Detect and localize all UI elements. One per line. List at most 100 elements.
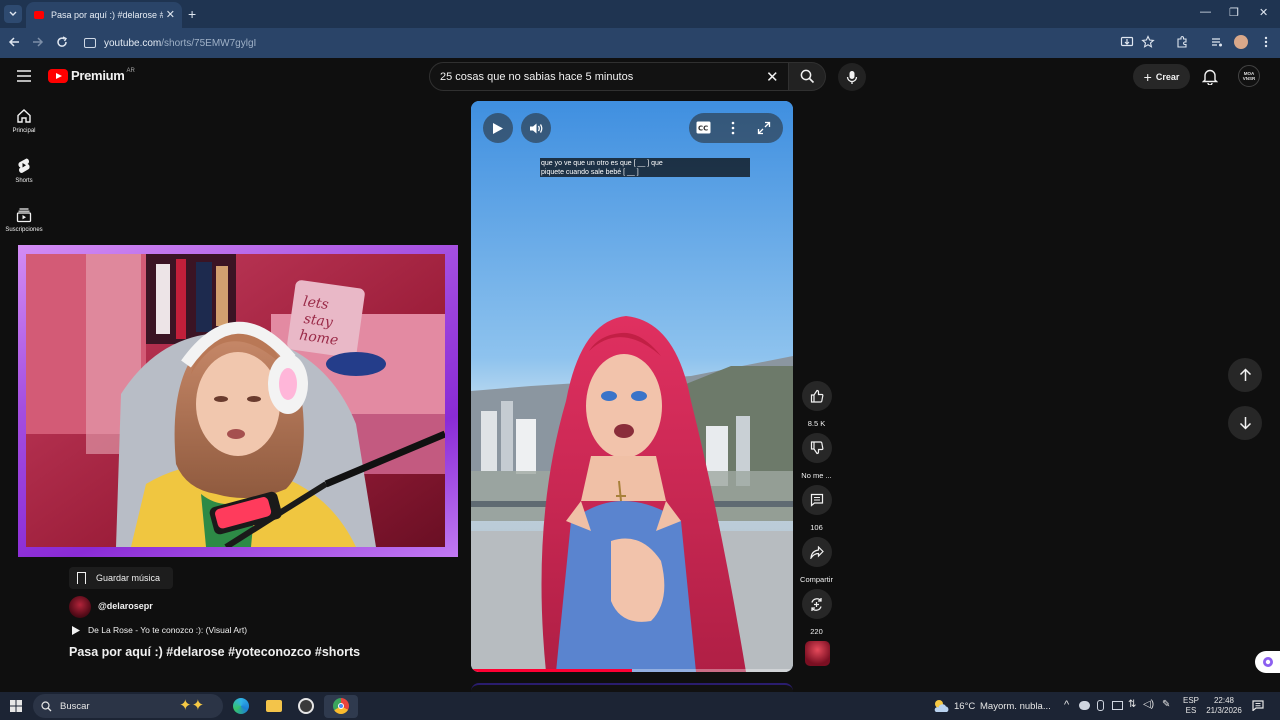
search-value: 25 cosas que no sabias hace 5 minutos [440, 70, 634, 83]
caption-line: piquete cuando sale bebé [ __ ] [541, 169, 639, 176]
short-video-player[interactable]: CC que yo ve que un otro es que [ __ ] q… [471, 101, 793, 672]
previous-short-button[interactable] [1228, 358, 1262, 392]
language-indicator[interactable]: ESP ES [1180, 696, 1202, 716]
site-info-icon[interactable] [84, 38, 96, 48]
sidebar-item-label: Shorts [15, 178, 33, 184]
thumbs-down-icon [810, 441, 823, 455]
music-title-link[interactable]: De La Rose - Yo te conozco :): (Visual A… [88, 625, 247, 635]
clock[interactable]: 22:48 21/3/2026 [1204, 696, 1244, 716]
forward-button[interactable] [30, 34, 46, 50]
subscriptions-icon [16, 208, 32, 223]
play-button[interactable] [483, 113, 513, 143]
windows-start-icon[interactable] [10, 700, 22, 712]
sound-thumbnail[interactable] [805, 641, 830, 666]
dislike-label: No me ... [801, 471, 832, 480]
voice-search-button[interactable] [838, 63, 866, 91]
notifications-bell-icon[interactable] [1202, 68, 1218, 85]
sidebar-item-shorts[interactable]: Shorts [0, 157, 48, 184]
thumbs-up-icon [810, 389, 823, 403]
youtube-favicon-icon [34, 11, 44, 19]
tray-chevron-icon[interactable]: ^ [1064, 699, 1069, 711]
url-host: youtube.com [104, 37, 162, 49]
share-button[interactable]: Compartir [800, 537, 833, 584]
media-controls-icon[interactable] [1210, 35, 1224, 49]
plus-icon: + [1143, 68, 1152, 85]
logo-text: Premium [71, 68, 125, 83]
network-icon[interactable]: ⇅ [1128, 699, 1136, 710]
notifications-tray-icon[interactable] [1252, 700, 1264, 711]
tab-search-button[interactable] [4, 5, 22, 23]
create-button[interactable]: + Crear [1133, 64, 1190, 89]
clock-date: 21/3/2026 [1206, 706, 1242, 715]
short-title: Pasa por aquí :) #delarose #yoteconozco … [69, 645, 361, 659]
like-button[interactable]: 8.5 K [800, 381, 833, 428]
assistant-icon[interactable] [1255, 651, 1280, 673]
volume-tray-icon[interactable]: ◁) [1143, 699, 1154, 710]
more-options-icon[interactable] [730, 121, 736, 135]
file-explorer-icon[interactable] [266, 700, 282, 712]
music-play-icon[interactable] [71, 625, 81, 636]
comments-button[interactable]: 106 [800, 485, 833, 532]
new-tab-button[interactable]: + [188, 6, 196, 22]
browser-menu-icon[interactable] [1259, 35, 1273, 49]
close-window-button[interactable]: ✕ [1259, 6, 1268, 19]
save-music-button[interactable]: Guardar música [69, 567, 173, 589]
microphone-tray-icon[interactable] [1097, 700, 1104, 711]
pen-tray-icon[interactable]: ✎ [1162, 699, 1170, 710]
youtube-logo[interactable]: Premium AR [48, 68, 135, 83]
taskbar-search[interactable]: Buscar ✦✦ [33, 694, 223, 718]
tab-close-icon[interactable]: ✕ [166, 8, 175, 21]
clear-search-icon[interactable]: ✕ [766, 68, 779, 86]
bookmark-star-icon[interactable] [1141, 35, 1155, 49]
copilot-sparkle-icon: ✦✦ [179, 697, 205, 714]
address-bar[interactable]: youtube.com/shorts/75EMW7gylgI [84, 32, 1114, 54]
captions-button[interactable]: CC [696, 121, 711, 134]
save-music-label: Guardar música [96, 573, 161, 583]
extensions-icon[interactable] [1175, 35, 1189, 49]
play-icon [493, 122, 503, 134]
profile-avatar[interactable] [1234, 35, 1248, 49]
like-count: 8.5 K [807, 419, 826, 428]
remix-button[interactable]: 220 [800, 589, 833, 636]
weather-description[interactable]: Mayorm. nubla... [980, 701, 1051, 712]
search-icon [800, 69, 814, 84]
restore-button[interactable]: ❐ [1229, 6, 1239, 19]
arrow-down-icon [1239, 417, 1251, 430]
chrome-taskbar-item[interactable] [324, 695, 358, 718]
guide-menu-icon[interactable] [16, 70, 32, 82]
fullscreen-icon[interactable] [757, 121, 771, 135]
search-icon [41, 700, 52, 711]
webcam-feed: lets stay home [26, 254, 445, 547]
account-avatar[interactable]: MOA VNSR [1238, 65, 1260, 87]
channel-avatar[interactable] [69, 596, 91, 618]
sidebar-item-principal[interactable]: Principal [0, 108, 48, 134]
search-button[interactable] [789, 62, 826, 91]
edge-browser-icon[interactable] [233, 698, 249, 714]
dislike-button[interactable]: No me ... [800, 433, 833, 480]
search-input[interactable]: 25 cosas que no sabias hace 5 minutos [429, 62, 789, 91]
back-button[interactable] [6, 34, 22, 50]
share-label: Compartir [800, 575, 833, 584]
url-path: /shorts/75EMW7gylgI [161, 37, 257, 49]
video-caption: que yo ve que un otro es que [ __ ] que … [540, 158, 750, 177]
video-frame [471, 101, 793, 672]
obs-studio-icon[interactable] [298, 698, 314, 714]
display-tray-icon[interactable] [1112, 701, 1123, 710]
install-app-icon[interactable] [1120, 35, 1134, 49]
volume-button[interactable] [521, 113, 551, 143]
taskbar-search-label: Buscar [60, 700, 90, 712]
video-progress-bar[interactable] [471, 669, 793, 672]
shorts-icon [18, 158, 30, 173]
browser-tab[interactable]: Pasa por aquí :) #delarose #yoteconozco … [26, 2, 182, 28]
next-short-button[interactable] [1228, 406, 1262, 440]
comment-count: 106 [810, 523, 823, 532]
weather-temp[interactable]: 16°C [954, 701, 975, 712]
progress-fill [471, 669, 632, 672]
reload-button[interactable] [54, 34, 70, 50]
minimize-button[interactable]: — [1200, 6, 1211, 18]
sidebar-item-suscripciones[interactable]: Suscripciones [0, 207, 48, 233]
channel-name[interactable]: @delarosepr [98, 601, 153, 611]
onedrive-icon[interactable] [1079, 701, 1090, 710]
microphone-icon [846, 70, 858, 84]
tab-title: Pasa por aquí :) #delarose #yoteconozco … [51, 10, 163, 20]
